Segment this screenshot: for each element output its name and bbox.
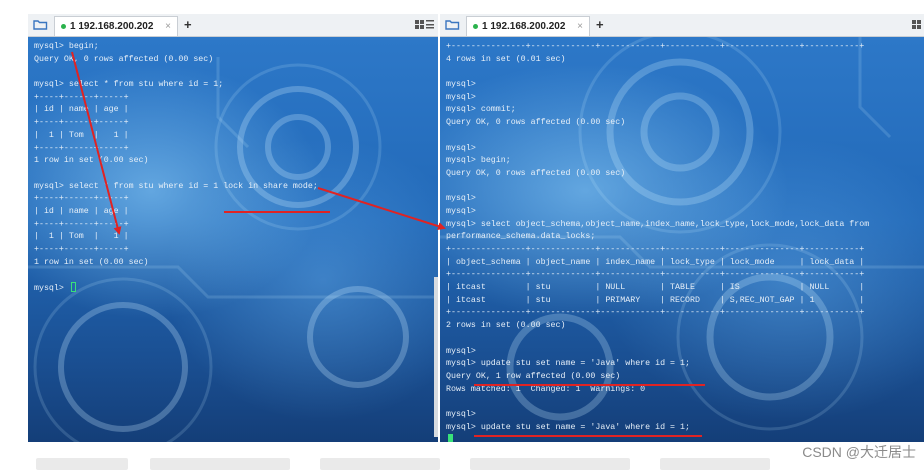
cropped-caption-text [0,458,924,470]
annotation-arrows [71,51,446,235]
arrow-right [317,187,446,230]
arrow-down [71,51,122,235]
